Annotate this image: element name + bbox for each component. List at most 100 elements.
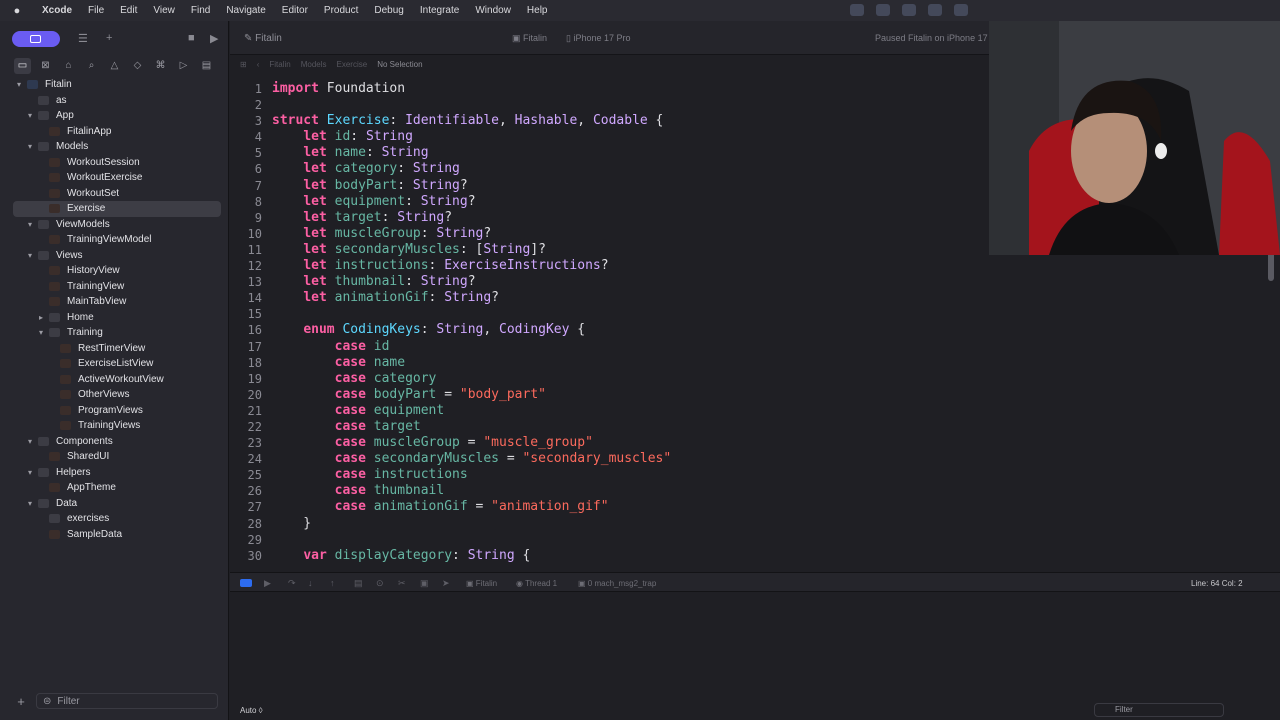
menu-editor[interactable]: Editor — [274, 5, 316, 16]
memory-graph-icon[interactable]: ⊙ — [376, 578, 384, 589]
find-icon[interactable]: ⌕ — [83, 58, 100, 74]
status-icon[interactable] — [902, 4, 916, 16]
tree-item[interactable]: WorkoutSession — [0, 155, 229, 171]
list-icon[interactable]: ☰ — [78, 32, 88, 45]
disclosure-icon[interactable]: ▾ — [25, 220, 35, 229]
debug-thread[interactable]: ◉ Thread 1 — [516, 579, 557, 588]
debug-target[interactable]: ▣ Fitalin — [466, 579, 497, 588]
breakpoint-icon[interactable]: ▷ — [175, 58, 192, 74]
variables-scope-selector[interactable]: Auto ◊ — [240, 706, 263, 715]
bookmark-icon[interactable]: ⌂ — [60, 58, 77, 74]
tree-item[interactable]: FitalinApp — [0, 124, 229, 140]
menu-integrate[interactable]: Integrate — [412, 5, 467, 16]
tree-item[interactable]: SampleData — [0, 527, 229, 543]
grid-icon[interactable]: ⊞ — [240, 60, 247, 69]
menu-help[interactable]: Help — [519, 5, 556, 16]
tree-item[interactable]: ▾ Training — [0, 325, 229, 341]
back-icon[interactable]: ‹ — [257, 60, 260, 69]
folder-icon[interactable]: ▭ — [14, 58, 31, 74]
disclosure-icon[interactable]: ▾ — [25, 499, 35, 508]
status-icon[interactable] — [876, 4, 890, 16]
tree-item[interactable]: ▾ Models — [0, 139, 229, 155]
tree-item[interactable]: ▾ Fitalin — [0, 77, 229, 93]
code-token: : — [405, 193, 421, 209]
disclosure-icon[interactable]: ▾ — [25, 251, 35, 260]
menu-debug[interactable]: Debug — [366, 5, 411, 16]
disclosure-icon[interactable]: ▾ — [25, 468, 35, 477]
status-icon[interactable] — [954, 4, 968, 16]
tree-item[interactable]: AppTheme — [0, 480, 229, 496]
tree-item-label: SharedUI — [67, 451, 110, 463]
jump-selection[interactable]: No Selection — [377, 60, 422, 69]
jump-path-1[interactable]: Fitalin — [269, 60, 290, 69]
destination-selector[interactable]: ▯ iPhone 17 Pro — [566, 33, 631, 44]
apple-icon[interactable]: ● — [0, 5, 34, 17]
menu-view[interactable]: View — [145, 5, 183, 16]
tree-item[interactable]: Exercise — [13, 201, 221, 217]
scheme-selector[interactable]: ▣ Fitalin — [512, 33, 547, 44]
tree-item[interactable]: HistoryView — [0, 263, 229, 279]
tree-item[interactable]: SharedUI — [0, 449, 229, 465]
tree-item[interactable]: MainTabView — [0, 294, 229, 310]
navigator-filter-input[interactable]: ⊜ Filter — [36, 693, 218, 709]
tree-item[interactable]: as — [0, 93, 229, 109]
jump-path-3[interactable]: Exercise — [337, 60, 368, 69]
disclosure-icon[interactable]: ▾ — [36, 328, 46, 337]
tree-item[interactable]: ▾ Helpers — [0, 465, 229, 481]
simulate-location-icon[interactable]: ✂ — [398, 578, 406, 589]
status-icon[interactable] — [850, 4, 864, 16]
add-file-button[interactable]: + — [10, 694, 32, 709]
stop-icon[interactable]: ■ — [188, 32, 195, 44]
tree-item[interactable]: TrainingView — [0, 279, 229, 295]
tree-item[interactable]: ActiveWorkoutView — [0, 372, 229, 388]
tree-item[interactable]: ▸ Home — [0, 310, 229, 326]
menu-find[interactable]: Find — [183, 5, 218, 16]
tree-item[interactable]: exercises — [0, 511, 229, 527]
tree-item[interactable]: TrainingViews — [0, 418, 229, 434]
step-out-icon[interactable]: ↑ — [330, 578, 335, 588]
disclosure-icon[interactable]: ▾ — [14, 80, 24, 89]
step-over-icon[interactable]: ↷ — [288, 578, 296, 589]
tree-item[interactable]: WorkoutSet — [0, 186, 229, 202]
tree-item[interactable]: ProgramViews — [0, 403, 229, 419]
source-control-icon[interactable]: ⊠ — [37, 58, 54, 74]
tree-item[interactable]: ▾ Data — [0, 496, 229, 512]
navigator-toggle-button[interactable] — [12, 31, 60, 47]
tree-item[interactable]: ▾ App — [0, 108, 229, 124]
tree-item[interactable]: OtherViews — [0, 387, 229, 403]
tree-item[interactable]: ▾ Views — [0, 248, 229, 264]
step-into-icon[interactable]: ↓ — [308, 578, 313, 588]
debug-frame[interactable]: ▣ 0 mach_msg2_trap — [578, 579, 656, 588]
menu-product[interactable]: Product — [316, 5, 366, 16]
continue-icon[interactable]: ▶ — [264, 578, 271, 589]
disclosure-icon[interactable]: ▾ — [25, 437, 35, 446]
tree-item[interactable]: WorkoutExercise — [0, 170, 229, 186]
disclosure-icon[interactable]: ▸ — [36, 313, 46, 322]
jump-path-2[interactable]: Models — [301, 60, 327, 69]
test-icon[interactable]: ◇ — [129, 58, 146, 74]
status-icon[interactable] — [928, 4, 942, 16]
menu-edit[interactable]: Edit — [112, 5, 145, 16]
view-hierarchy-icon[interactable]: ▤ — [354, 578, 363, 589]
location-icon[interactable]: ➤ — [442, 578, 450, 589]
tree-item[interactable]: ▾ Components — [0, 434, 229, 450]
disclosure-icon[interactable]: ▾ — [25, 142, 35, 151]
menu-window[interactable]: Window — [467, 5, 519, 16]
menu-app-name[interactable]: Xcode — [34, 5, 80, 16]
debug-icon[interactable]: ⌘ — [152, 58, 169, 74]
menu-navigate[interactable]: Navigate — [218, 5, 273, 16]
run-icon[interactable]: ▶ — [210, 32, 218, 45]
swift-file-icon — [49, 188, 60, 198]
environment-icon[interactable]: ▣ — [420, 578, 429, 589]
menu-file[interactable]: File — [80, 5, 112, 16]
tree-item[interactable]: ▾ ViewModels — [0, 217, 229, 233]
tree-item[interactable]: ExerciseListView — [0, 356, 229, 372]
report-icon[interactable]: ▤ — [198, 58, 215, 74]
console-toggle-icon[interactable] — [240, 579, 252, 587]
add-icon[interactable]: + — [106, 32, 112, 44]
tree-item[interactable]: TrainingViewModel — [0, 232, 229, 248]
disclosure-icon[interactable]: ▾ — [25, 111, 35, 120]
console-filter-input[interactable]: Filter — [1094, 703, 1224, 717]
tree-item[interactable]: RestTimerView — [0, 341, 229, 357]
issue-icon[interactable]: △ — [106, 58, 123, 74]
